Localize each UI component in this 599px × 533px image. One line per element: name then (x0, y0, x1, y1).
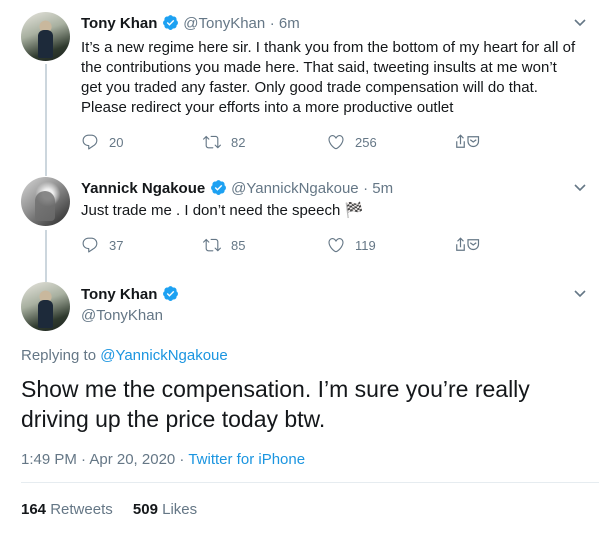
author-name[interactable]: Yannick Ngakoue (81, 180, 205, 197)
timestamp[interactable]: · 5m (363, 180, 393, 197)
tweet-source-link[interactable]: Twitter for iPhone (188, 451, 305, 468)
main-tweet: Tony Khan @TonyKhan Replying to @Yannick… (0, 270, 599, 533)
tweet-datetime[interactable]: 1:49 PM · Apr 20, 2020 · (21, 451, 184, 468)
chevron-down-icon[interactable] (572, 14, 588, 30)
reply-count: 20 (109, 134, 124, 150)
avatar[interactable] (21, 177, 70, 226)
like-button[interactable]: 256 (327, 133, 377, 151)
tweet[interactable]: Yannick Ngakoue @YannickNgakoue · 5m Jus… (0, 170, 599, 270)
verified-badge-icon (162, 15, 178, 30)
replying-to: Replying to @YannickNgakoue (21, 347, 228, 364)
author-handle[interactable]: @YannickNgakoue (231, 180, 359, 197)
verified-badge-icon (162, 286, 178, 301)
author-name[interactable]: Tony Khan (81, 286, 157, 303)
tweet-stats: 164 Retweets 509 Likes (21, 501, 197, 518)
retweet-button[interactable]: 82 (203, 133, 245, 151)
tweet-text: It’s a new regime here sir. I thank you … (81, 39, 576, 116)
reply-icon (82, 134, 98, 150)
retweet-icon (203, 135, 221, 149)
author-handle[interactable]: @TonyKhan (183, 15, 265, 32)
chevron-down-icon[interactable] (572, 179, 588, 195)
avatar[interactable] (21, 282, 70, 331)
author-name[interactable]: Tony Khan (81, 15, 157, 32)
share-icon (456, 237, 480, 251)
retweet-count: 85 (231, 237, 246, 253)
like-label: Likes (162, 501, 198, 518)
avatar[interactable] (21, 12, 70, 61)
reply-button[interactable]: 20 (81, 133, 123, 151)
tweet-text: Just trade me . I don’t need the speech … (81, 202, 364, 219)
reply-button[interactable]: 37 (81, 236, 123, 254)
share-button[interactable] (450, 236, 496, 254)
like-icon (328, 238, 344, 253)
chevron-down-icon[interactable] (572, 285, 588, 301)
replying-prefix: Replying to (21, 347, 97, 364)
timestamp[interactable]: · 6m (270, 15, 300, 32)
share-icon (456, 134, 480, 148)
main-tweet-text: Show me the compensation. I’m sure you’r… (21, 376, 530, 432)
like-button[interactable]: 119 (327, 236, 376, 254)
retweets-stat[interactable]: 164 Retweets (21, 501, 117, 518)
author-handle[interactable]: @TonyKhan (81, 307, 163, 324)
replying-to-link[interactable]: @YannickNgakoue (100, 347, 228, 364)
retweet-icon (203, 238, 221, 252)
tweet-meta: 1:49 PM · Apr 20, 2020 · Twitter for iPh… (21, 451, 305, 468)
retweet-count: 82 (231, 134, 246, 150)
share-button[interactable] (450, 133, 496, 151)
like-total: 509 (132, 501, 158, 518)
verified-badge-icon (210, 180, 226, 195)
reply-count: 37 (109, 237, 124, 253)
tweet[interactable]: Tony Khan @TonyKhan · 6m It’s a new regi… (0, 0, 599, 170)
retweet-label: Retweets (50, 501, 113, 518)
divider (21, 482, 599, 483)
like-count: 256 (355, 134, 377, 150)
reply-icon (82, 237, 98, 253)
likes-stat[interactable]: 509 Likes (133, 501, 197, 518)
like-count: 119 (355, 237, 376, 253)
retweet-total: 164 (21, 501, 47, 518)
like-icon (328, 135, 344, 150)
retweet-button[interactable]: 85 (203, 236, 245, 254)
